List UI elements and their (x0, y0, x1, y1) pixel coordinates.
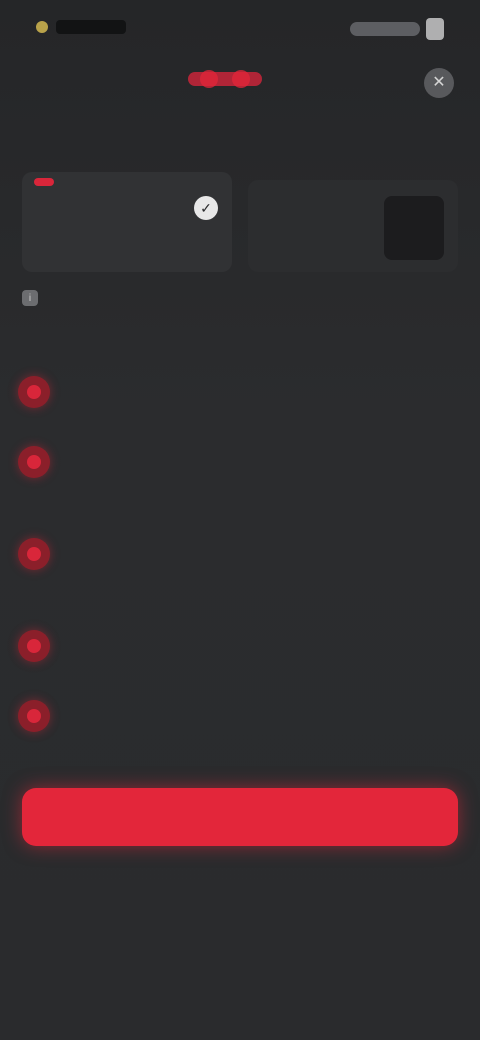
logo-icon (188, 70, 262, 88)
subscribe-button[interactable] (22, 788, 458, 846)
check-icon: ✓ (194, 196, 218, 220)
status-bar (0, 0, 480, 52)
status-right (350, 18, 444, 40)
selected-plan-card[interactable]: ✓ (22, 172, 232, 272)
footer-link[interactable] (392, 988, 408, 996)
alternate-plan-thumbnail (384, 196, 444, 260)
feature-bullet-icon (18, 538, 50, 570)
info-icon: i (22, 290, 38, 306)
footer-links (0, 978, 480, 1006)
feature-bullet-icon (18, 446, 50, 478)
status-time (56, 20, 126, 34)
feature-bullet-icon (18, 700, 50, 732)
footer-link[interactable] (72, 988, 88, 996)
brand-logo (180, 62, 270, 96)
alternate-plan-card[interactable] (248, 180, 458, 272)
status-left (36, 20, 126, 34)
feature-bullet-icon (18, 630, 50, 662)
notification-dot-icon (36, 21, 48, 33)
paywall-screen: ✕ ✓ i (0, 0, 480, 1040)
battery-icon (426, 18, 444, 40)
close-button[interactable]: ✕ (424, 68, 454, 98)
signal-wifi-icon (350, 22, 420, 36)
feature-bullet-icon (18, 376, 50, 408)
footer-link[interactable] (232, 988, 248, 996)
info-row: i (22, 290, 48, 306)
plan-badge (34, 178, 54, 186)
